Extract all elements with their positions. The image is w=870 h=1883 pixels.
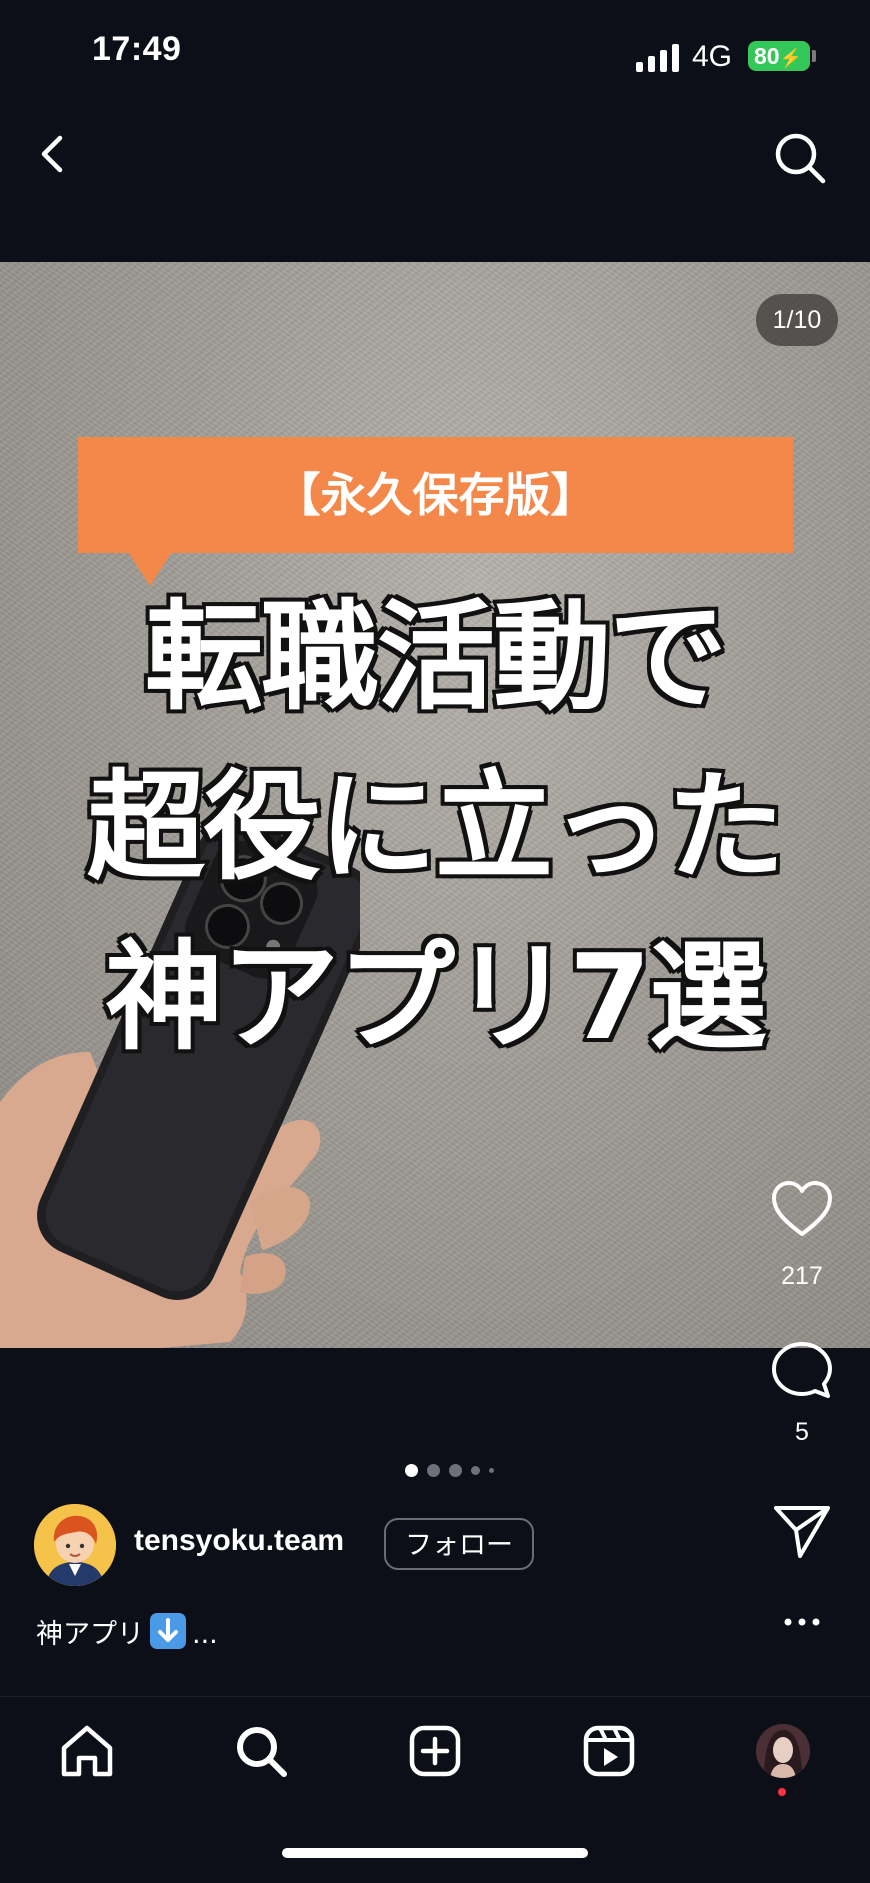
home-icon[interactable] xyxy=(58,1722,116,1780)
battery-indicator: 80⚡ xyxy=(748,41,816,71)
reels-icon[interactable] xyxy=(580,1722,638,1780)
carousel-dot xyxy=(449,1463,462,1477)
post-caption[interactable]: 神アプリ... xyxy=(36,1612,218,1651)
more-options-icon[interactable] xyxy=(782,1606,822,1638)
carousel-dot xyxy=(489,1467,494,1473)
notification-dot xyxy=(778,1788,786,1796)
headline-line-1: 転職活動で xyxy=(142,585,730,729)
status-time: 17:49 xyxy=(92,30,182,68)
headline-line-2: 超役に立った xyxy=(84,755,788,899)
like-heart-icon[interactable] xyxy=(770,1178,834,1242)
back-chevron-icon[interactable] xyxy=(30,130,78,178)
carousel-dot xyxy=(471,1465,480,1475)
carousel-dot-active xyxy=(405,1463,418,1477)
down-arrow-emoji-icon xyxy=(150,1613,186,1649)
caption-ellipsis[interactable]: ... xyxy=(192,1619,218,1650)
carousel-dots xyxy=(405,1462,494,1478)
like-count: 217 xyxy=(781,1262,823,1290)
search-tab-icon[interactable] xyxy=(232,1722,290,1780)
home-indicator xyxy=(282,1848,588,1858)
follow-button[interactable]: フォロー xyxy=(384,1518,534,1570)
signal-icon xyxy=(636,44,679,72)
image-counter: 1/10 xyxy=(756,294,838,346)
create-post-icon[interactable] xyxy=(406,1722,464,1780)
comment-bubble-icon[interactable] xyxy=(770,1338,834,1402)
caption-text: 神アプリ xyxy=(36,1619,144,1650)
carousel-dot xyxy=(427,1463,440,1477)
banner-text: 【永久保存版】 xyxy=(274,468,597,522)
author-username[interactable]: tensyoku.team xyxy=(134,1524,344,1558)
search-icon[interactable] xyxy=(772,130,828,186)
send-paper-plane-icon[interactable] xyxy=(770,1500,834,1564)
author-avatar[interactable] xyxy=(34,1504,116,1586)
comment-count: 5 xyxy=(795,1418,809,1446)
network-label: 4G xyxy=(692,40,733,73)
profile-avatar[interactable] xyxy=(756,1724,810,1778)
battery-level: 80 xyxy=(754,43,780,69)
headline-line-3: 神アプリ7選 xyxy=(102,925,770,1069)
